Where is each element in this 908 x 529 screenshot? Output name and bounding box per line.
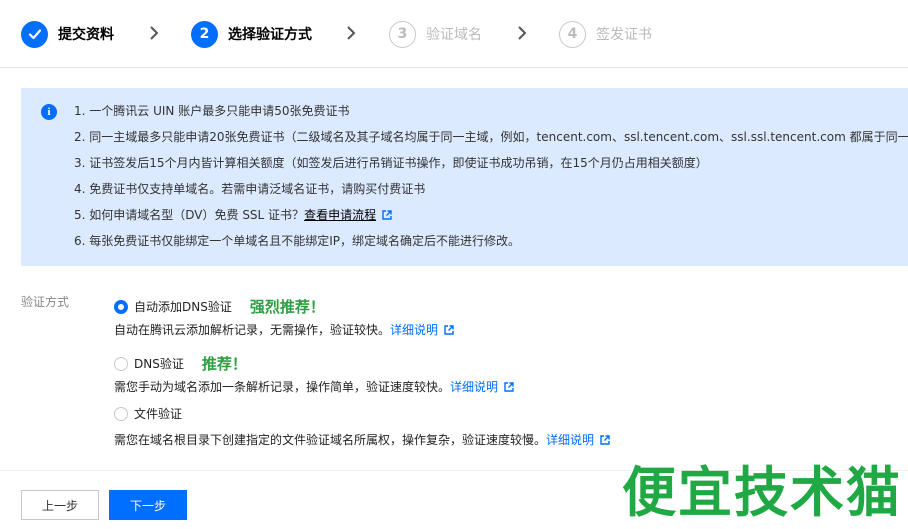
- notice-item-4: 4. 免费证书仅支持单域名。若需申请泛域名证书，请购买付费证书: [74, 182, 426, 196]
- step-indicator: 提交资料 2 选择验证方式 3 验证域名 4 签发证书: [0, 0, 908, 68]
- option-file-desc: 需您在域名根目录下创建指定的文件验证域名所属权，操作复杂，验证速度较慢。详细说明: [114, 431, 610, 448]
- notice-item-6: 6. 每张免费证书仅能绑定一个单域名且不能绑定IP，绑定域名确定后不能进行修改。: [74, 234, 521, 248]
- notice-item-3: 3. 证书签发后15个月内皆计算相关额度（如签发后进行吊销证书操作，即使证书成功…: [74, 156, 708, 170]
- check-icon: [21, 20, 48, 48]
- notice-item-5: 5. 如何申请域名型（DV）免费 SSL 证书？查看申请流程: [74, 206, 908, 232]
- detail-link[interactable]: 详细说明: [390, 323, 438, 337]
- radio-file[interactable]: [114, 406, 128, 421]
- option-file-desc-text: 需您在域名根目录下创建指定的文件验证域名所属权，操作复杂，验证速度较慢。: [114, 433, 547, 447]
- option-dns-label[interactable]: DNS验证: [134, 355, 184, 372]
- step-3: 3 验证域名: [389, 20, 482, 48]
- step-1-label: 提交资料: [58, 27, 114, 43]
- external-link-icon[interactable]: [504, 382, 514, 392]
- step-2: 2 选择验证方式: [191, 20, 312, 48]
- step-4: 4 签发证书: [559, 20, 652, 48]
- recommend-badge: 强烈推荐！: [249, 298, 325, 316]
- notice-item-5-text: 5. 如何申请域名型（DV）免费 SSL 证书？: [74, 208, 305, 222]
- verify-method-label: 验证方式: [21, 295, 70, 309]
- external-link-icon[interactable]: [600, 435, 610, 445]
- next-step-button[interactable]: 下一步: [109, 490, 187, 520]
- option-dns-desc: 需您手动为域名添加一条解析记录，操作简单，验证速度较快。详细说明: [114, 378, 514, 395]
- step-3-number: 3: [389, 20, 416, 48]
- apply-process-link[interactable]: 查看申请流程: [304, 208, 376, 222]
- option-file-label[interactable]: 文件验证: [134, 405, 182, 422]
- recommend-badge: 推荐！: [201, 355, 247, 373]
- chevron-right-icon: [347, 26, 356, 40]
- option-auto-dns[interactable]: 自动添加DNS验证 强烈推荐！: [114, 296, 325, 317]
- radio-auto-dns[interactable]: [114, 299, 128, 314]
- step-4-label: 签发证书: [596, 27, 652, 43]
- step-4-number: 4: [559, 20, 586, 48]
- watermark: 便宜技术猫: [622, 461, 902, 524]
- step-1: 提交资料: [21, 20, 114, 48]
- notice-item-2: 2. 同一主域最多只能申请20张免费证书（二级域名及其子域名均属于同一主域，例如…: [74, 130, 908, 144]
- option-auto-dns-label[interactable]: 自动添加DNS验证: [134, 298, 232, 315]
- option-auto-dns-desc-text: 自动在腾讯云添加解析记录，无需操作，验证较快。: [114, 323, 391, 337]
- detail-link[interactable]: 详细说明: [450, 380, 498, 394]
- info-icon: i: [41, 104, 57, 120]
- prev-step-button[interactable]: 上一步: [21, 490, 99, 520]
- notice-list: 1. 一个腾讯云 UIN 账户最多只能申请50张免费证书 2. 同一主域最多只能…: [74, 102, 908, 258]
- option-auto-dns-desc: 自动在腾讯云添加解析记录，无需操作，验证较快。详细说明: [114, 321, 454, 338]
- chevron-right-icon: [150, 26, 159, 40]
- option-dns-desc-text: 需您手动为域名添加一条解析记录，操作简单，验证速度较快。: [114, 380, 451, 394]
- radio-dns[interactable]: [114, 356, 128, 371]
- detail-link[interactable]: 详细说明: [546, 433, 594, 447]
- option-dns[interactable]: DNS验证 推荐！: [114, 353, 247, 374]
- external-link-icon[interactable]: [444, 325, 454, 335]
- notice-item-1: 1. 一个腾讯云 UIN 账户最多只能申请50张免费证书: [74, 104, 350, 118]
- option-file[interactable]: 文件验证: [114, 405, 182, 422]
- step-2-number: 2: [191, 20, 218, 48]
- chevron-right-icon: [518, 26, 527, 40]
- step-2-label: 选择验证方式: [228, 27, 312, 43]
- notice-box: i 1. 一个腾讯云 UIN 账户最多只能申请50张免费证书 2. 同一主域最多…: [21, 88, 908, 266]
- external-link-icon[interactable]: [382, 210, 392, 220]
- step-3-label: 验证域名: [426, 27, 482, 43]
